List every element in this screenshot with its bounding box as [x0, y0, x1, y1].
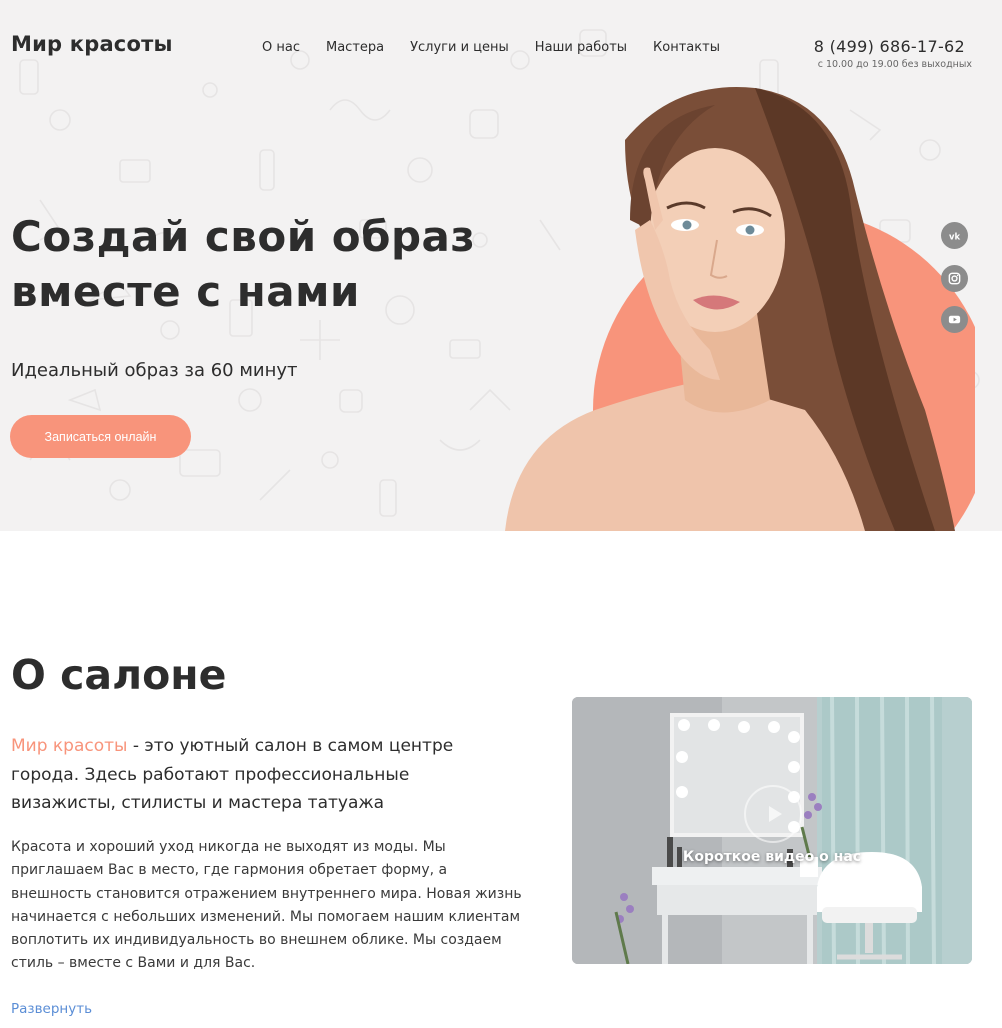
site-logo[interactable]: Мир красоты [11, 32, 173, 56]
main-nav: О нас Мастера Услуги и цены Наши работы … [262, 40, 746, 55]
nav-item-masters[interactable]: Мастера [326, 40, 384, 55]
vk-icon[interactable]: vk [941, 222, 968, 249]
nav-item-works[interactable]: Наши работы [535, 40, 627, 55]
nav-item-contacts[interactable]: Контакты [653, 40, 720, 55]
instagram-icon[interactable] [941, 265, 968, 292]
phone-number[interactable]: 8 (499) 686-17-62 [814, 37, 965, 56]
nav-item-about[interactable]: О нас [262, 40, 300, 55]
svg-text:vk: vk [949, 231, 960, 241]
video-caption: Короткое видео о нас [682, 849, 862, 865]
hero-model-image [505, 87, 975, 531]
hero-title-line1: Создай свой образ [11, 212, 476, 261]
about-lead-brand: Мир красоты [11, 736, 128, 756]
youtube-icon[interactable] [941, 306, 968, 333]
working-hours: с 10.00 до 19.00 без выходных [817, 59, 972, 70]
expand-link[interactable]: Развернуть [11, 1001, 92, 1017]
nav-item-services[interactable]: Услуги и цены [410, 40, 509, 55]
hero-section: Мир красоты О нас Мастера Услуги и цены … [0, 0, 1002, 531]
hero-subtitle: Идеальный образ за 60 минут [11, 360, 298, 381]
book-online-button[interactable]: Записаться онлайн [10, 415, 191, 458]
about-body: Красота и хороший уход никогда не выходя… [11, 839, 522, 972]
hero-title-line2: вместе с нами [11, 267, 360, 316]
hero-title: Создай свой образ вместе с нами [11, 209, 475, 319]
about-title: О салоне [11, 651, 227, 699]
about-lead: Мир красоты - это уютный салон в самом ц… [11, 732, 511, 818]
play-icon[interactable] [744, 785, 802, 843]
about-video[interactable]: Короткое видео о нас [572, 697, 972, 964]
